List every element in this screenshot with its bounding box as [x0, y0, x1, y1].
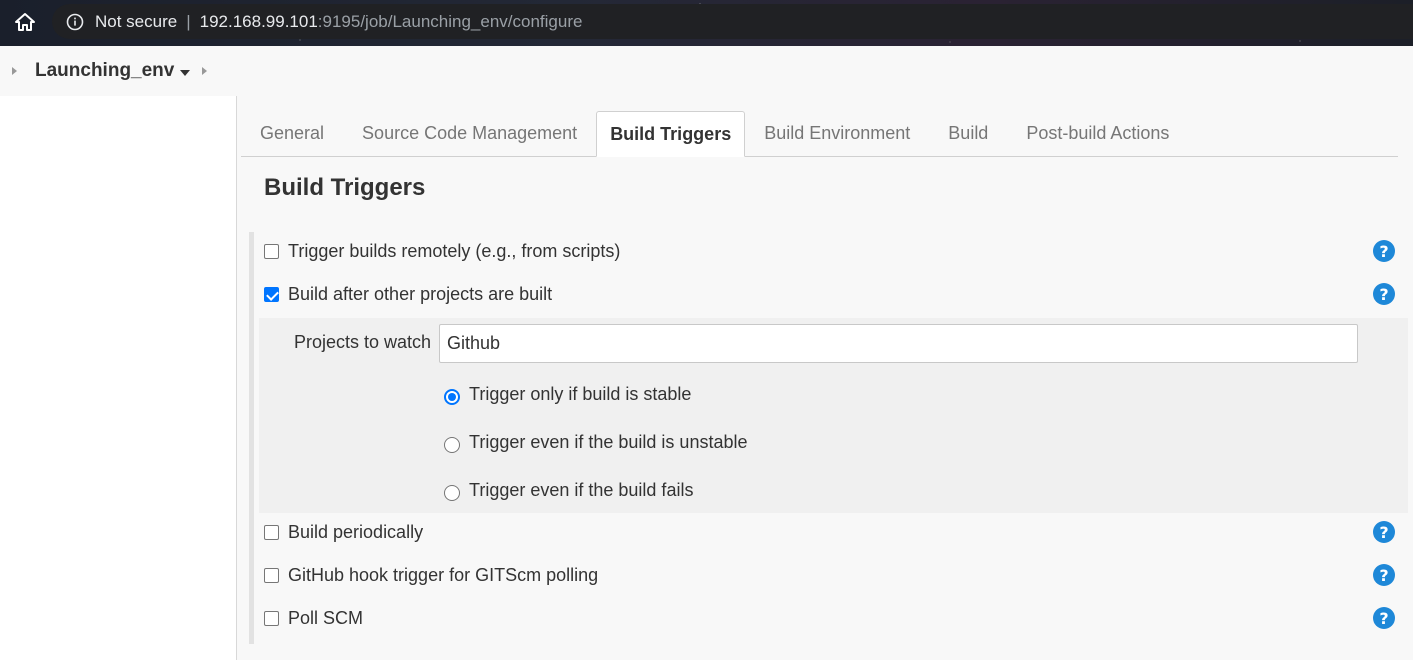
- projects-to-watch-label: Projects to watch: [294, 332, 432, 352]
- github-hook-option[interactable]: GitHub hook trigger for GITScm polling: [264, 560, 598, 590]
- poll-scm-label: Poll SCM: [288, 607, 364, 628]
- help-icon[interactable]: ?: [1373, 607, 1395, 629]
- info-icon[interactable]: [66, 13, 84, 31]
- breadcrumb-arrow-icon[interactable]: [12, 67, 18, 75]
- github-hook-label: GitHub hook trigger for GITScm polling: [288, 564, 599, 585]
- poll-scm-checkbox[interactable]: [264, 610, 279, 626]
- tab-build[interactable]: Build: [929, 110, 1007, 156]
- side-panel: [0, 96, 236, 660]
- breadcrumb: Launching_env: [0, 46, 1413, 96]
- build-after-checkbox[interactable]: [264, 286, 279, 302]
- tab-general[interactable]: General: [241, 110, 343, 156]
- security-status[interactable]: Not secure: [95, 12, 177, 32]
- trigger-unstable-option[interactable]: Trigger even if the build is unstable: [444, 428, 748, 456]
- trigger-remotely-label: Trigger builds remotely (e.g., from scri…: [288, 240, 621, 261]
- help-icon[interactable]: ?: [1373, 283, 1395, 305]
- trigger-stable-option[interactable]: Trigger only if build is stable: [444, 380, 691, 408]
- url-separator: |: [186, 11, 191, 31]
- help-icon[interactable]: ?: [1373, 240, 1395, 262]
- tab-source-code-management[interactable]: Source Code Management: [343, 110, 596, 156]
- projects-to-watch-input[interactable]: [439, 324, 1358, 363]
- trigger-stable-label: Trigger only if build is stable: [469, 383, 692, 404]
- url-path: :9195/job/Launching_env/configure: [317, 11, 583, 31]
- tab-build-environment[interactable]: Build Environment: [745, 110, 929, 156]
- trigger-remotely-checkbox[interactable]: [264, 243, 279, 259]
- tab-post-build-actions[interactable]: Post-build Actions: [1007, 110, 1188, 156]
- breadcrumb-arrow-icon[interactable]: [202, 67, 208, 75]
- github-hook-checkbox[interactable]: [264, 567, 279, 583]
- build-periodically-checkbox[interactable]: [264, 524, 279, 540]
- config-panel: General Source Code Management Build Tri…: [236, 96, 1413, 660]
- poll-scm-option[interactable]: Poll SCM: [264, 603, 363, 633]
- config-tabs: General Source Code Management Build Tri…: [241, 100, 1398, 157]
- breadcrumb-job-link[interactable]: Launching_env: [35, 60, 191, 82]
- trigger-stable-radio[interactable]: [444, 389, 460, 405]
- build-triggers-options: Trigger builds remotely (e.g., from scri…: [249, 232, 1408, 644]
- home-icon[interactable]: [10, 8, 40, 36]
- breadcrumb-job-label: Launching_env: [35, 60, 175, 81]
- build-periodically-label: Build periodically: [288, 521, 424, 542]
- trigger-fails-radio[interactable]: [444, 485, 460, 501]
- help-icon[interactable]: ?: [1373, 521, 1395, 543]
- build-after-label: Build after other projects are built: [288, 283, 553, 304]
- trigger-remotely-option[interactable]: Trigger builds remotely (e.g., from scri…: [264, 236, 620, 266]
- build-after-details: Projects to watch Trigger only if build …: [259, 318, 1408, 513]
- url-host: 192.168.99.101: [199, 11, 318, 31]
- build-after-option[interactable]: Build after other projects are built: [264, 279, 552, 309]
- help-icon[interactable]: ?: [1373, 564, 1395, 586]
- browser-toolbar: Not secure | 192.168.99.101:9195/job/Lau…: [0, 0, 1413, 46]
- tab-build-triggers[interactable]: Build Triggers: [596, 111, 746, 157]
- trigger-unstable-radio[interactable]: [444, 437, 460, 453]
- section-title: Build Triggers: [264, 174, 426, 201]
- trigger-unstable-label: Trigger even if the build is unstable: [469, 431, 748, 452]
- address-bar[interactable]: Not secure | 192.168.99.101:9195/job/Lau…: [52, 4, 1413, 39]
- chevron-down-icon[interactable]: [180, 60, 191, 82]
- build-periodically-option[interactable]: Build periodically: [264, 517, 423, 547]
- trigger-fails-option[interactable]: Trigger even if the build fails: [444, 476, 693, 504]
- trigger-fails-label: Trigger even if the build fails: [469, 479, 694, 500]
